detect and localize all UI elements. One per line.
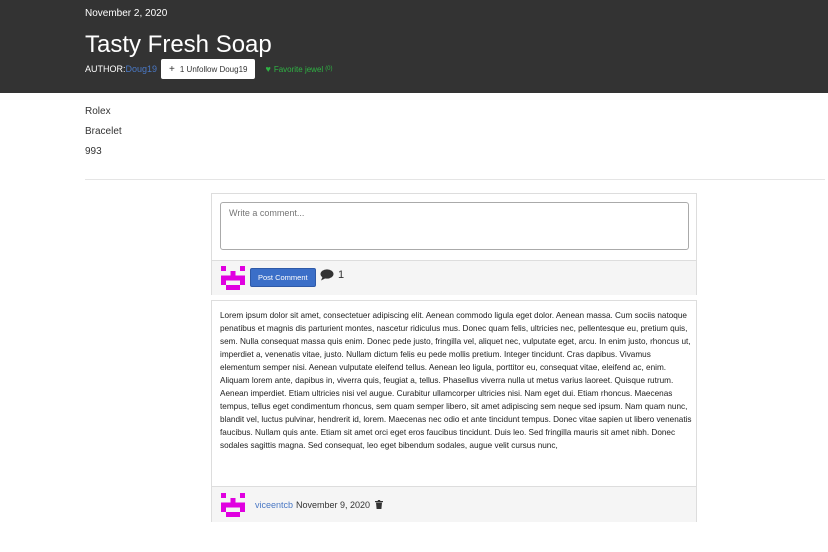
tag-item: 993 (85, 146, 102, 157)
unfollow-label: 1 Unfollow Doug19 (179, 64, 248, 74)
comment-bubble-icon (320, 269, 334, 281)
post-header: November 2, 2020 Tasty Fresh Soap AUTHOR… (0, 0, 828, 93)
comment-input[interactable] (220, 202, 689, 250)
comment-author-link[interactable]: viceentcb (255, 500, 293, 510)
post-title: Tasty Fresh Soap (85, 31, 272, 58)
author-link[interactable]: Doug19 (126, 64, 158, 74)
post-meta: AUTHOR: Doug19 + 1 Unfollow Doug19 ♥ Fav… (85, 59, 333, 79)
author-label: AUTHOR: (85, 64, 126, 74)
tag-list: Rolex Bracelet 993 (85, 106, 122, 166)
post-date: November 2, 2020 (85, 8, 168, 19)
favorite-label: Favorite jewel (273, 64, 324, 74)
favorite-link[interactable]: ♥ Favorite jewel (0) (265, 64, 332, 74)
post-comment-button[interactable]: Post Comment (250, 268, 316, 287)
comment-form-footer: Post Comment 1 (212, 260, 696, 295)
comment-count-value: 1 (338, 269, 345, 281)
heart-icon: ♥ (265, 64, 271, 74)
comment-form: Post Comment 1 (211, 193, 697, 295)
trash-icon[interactable] (375, 500, 383, 509)
identicon-avatar (221, 266, 245, 290)
comment-card: Lorem ipsum dolor sit amet, consectetuer… (211, 300, 697, 522)
unfollow-button[interactable]: + 1 Unfollow Doug19 (161, 59, 256, 79)
comment-date: November 9, 2020 (296, 500, 371, 510)
comment-text: Lorem ipsum dolor sit amet, consectetuer… (220, 311, 692, 450)
plus-icon: + (169, 63, 175, 75)
favorite-count: (0) (325, 66, 333, 72)
tag-item: Rolex (85, 106, 111, 117)
tag-item: Bracelet (85, 126, 122, 137)
identicon-avatar (221, 493, 245, 517)
comment-count: 1 (320, 269, 344, 281)
comment-footer: viceentcb November 9, 2020 (212, 486, 696, 522)
divider (85, 179, 825, 180)
